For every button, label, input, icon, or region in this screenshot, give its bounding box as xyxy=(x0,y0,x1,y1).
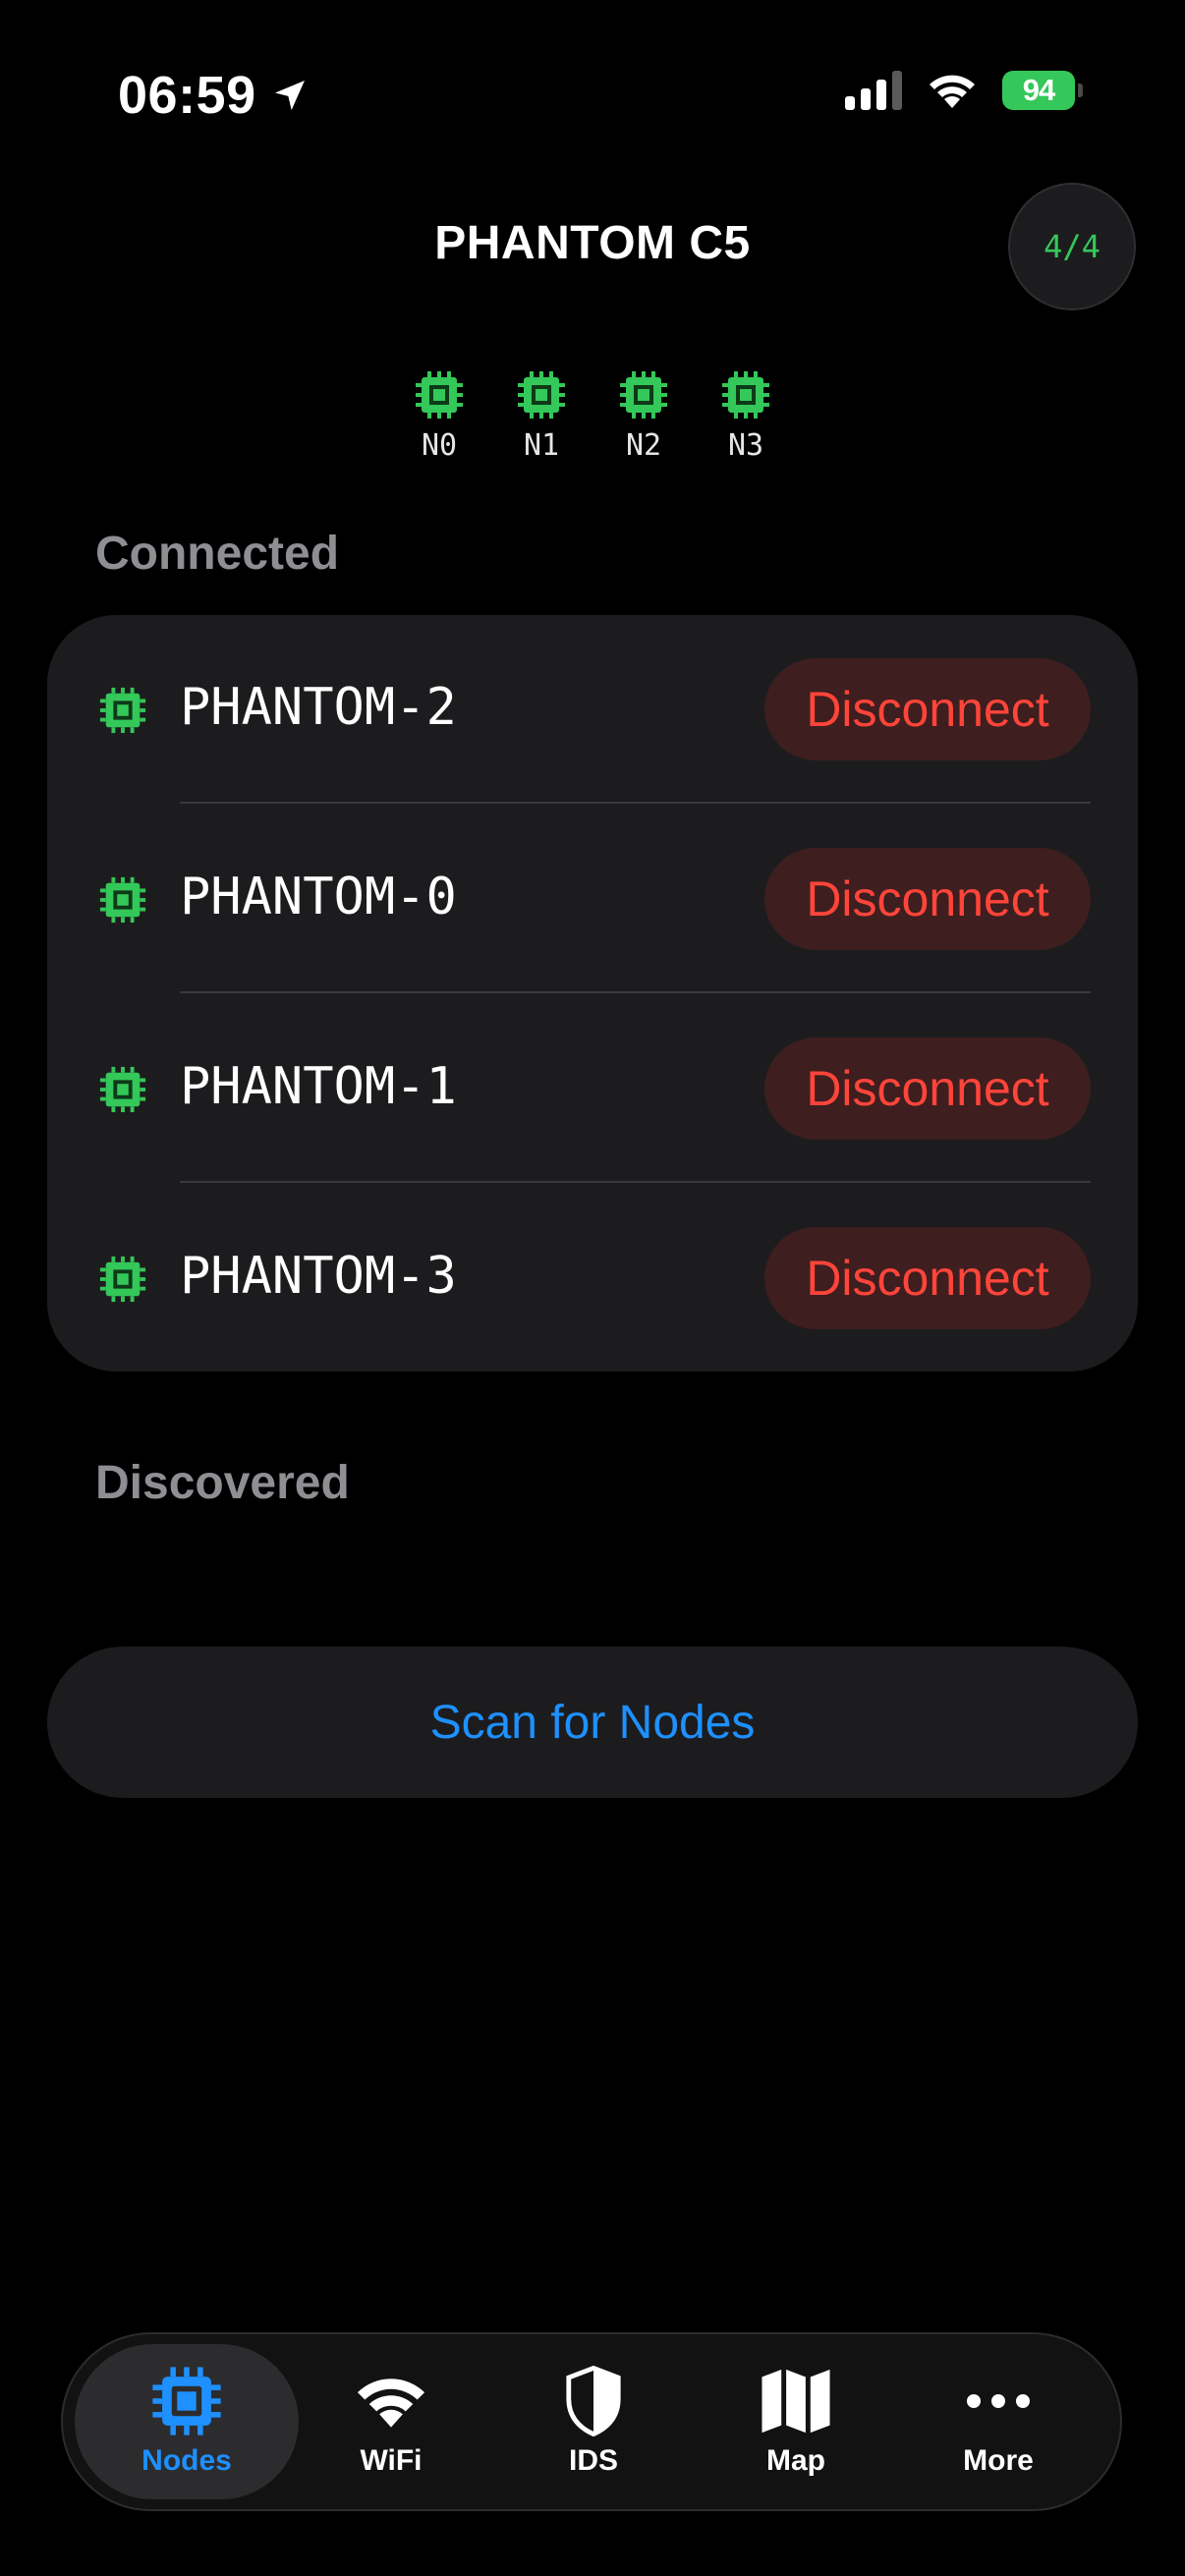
status-time: 06:59 xyxy=(118,65,310,126)
wifi-status-icon xyxy=(930,75,975,108)
chip-icon xyxy=(99,687,146,734)
row-divider xyxy=(180,1181,1091,1183)
tab-label: Nodes xyxy=(141,2444,232,2477)
node-name: PHANTOM-2 xyxy=(180,678,457,737)
scan-for-nodes-button[interactable]: Scan for Nodes xyxy=(47,1647,1138,1798)
chip-icon xyxy=(99,876,146,924)
chip-icon xyxy=(518,371,565,419)
node-chip-n1: N1 xyxy=(516,369,567,463)
row-divider xyxy=(180,802,1091,804)
status-bar: 06:59 94 xyxy=(0,0,1185,187)
tab-label: WiFi xyxy=(360,2444,423,2477)
node-chip-label: N2 xyxy=(625,428,662,463)
connected-node-row: PHANTOM-0 Disconnect xyxy=(47,805,1138,994)
node-chip-label: N0 xyxy=(421,428,458,463)
node-name: PHANTOM-0 xyxy=(180,868,457,926)
disconnect-button[interactable]: Disconnect xyxy=(764,1227,1091,1329)
connected-node-row: PHANTOM-3 Disconnect xyxy=(47,1184,1138,1373)
battery-icon: 94 xyxy=(1002,71,1083,110)
node-chip-n2: N2 xyxy=(618,369,669,463)
node-name: PHANTOM-3 xyxy=(180,1247,457,1306)
connected-node-row: PHANTOM-2 Disconnect xyxy=(47,615,1138,805)
tab-more[interactable]: More xyxy=(900,2344,1097,2499)
time-text: 06:59 xyxy=(118,66,256,125)
node-count-badge[interactable]: 4/4 xyxy=(1008,183,1136,310)
chip-icon xyxy=(620,371,667,419)
node-chip-n0: N0 xyxy=(414,369,465,463)
chip-icon xyxy=(99,1066,146,1113)
tab-wifi[interactable]: WiFi xyxy=(293,2344,489,2499)
section-header-connected: Connected xyxy=(95,528,340,580)
tab-label: Map xyxy=(766,2444,825,2477)
chip-icon xyxy=(722,371,769,419)
connected-nodes-card: PHANTOM-2 Disconnect PHANTOM-0 Disconnec… xyxy=(47,615,1138,1372)
node-chip-label: N1 xyxy=(523,428,560,463)
row-divider xyxy=(180,991,1091,993)
node-chip-n3: N3 xyxy=(720,369,771,463)
section-header-discovered: Discovered xyxy=(95,1457,350,1509)
node-strip: N0 N1 N2 N3 xyxy=(0,369,1185,463)
wifi-icon xyxy=(357,2379,425,2428)
tab-label: More xyxy=(963,2444,1034,2477)
disconnect-button[interactable]: Disconnect xyxy=(764,1037,1091,1140)
tab-label: IDS xyxy=(568,2444,618,2477)
chip-icon xyxy=(152,2367,221,2436)
location-arrow-icon xyxy=(274,81,305,110)
tab-map[interactable]: Map xyxy=(698,2344,894,2499)
shield-icon xyxy=(566,2366,621,2436)
map-icon xyxy=(762,2369,830,2434)
tab-ids[interactable]: IDS xyxy=(495,2344,692,2499)
connected-node-row: PHANTOM-1 Disconnect xyxy=(47,994,1138,1184)
cellular-signal-icon xyxy=(845,71,902,110)
disconnect-button[interactable]: Disconnect xyxy=(764,848,1091,950)
node-name: PHANTOM-1 xyxy=(180,1057,457,1116)
battery-level: 94 xyxy=(1002,71,1075,110)
tab-nodes[interactable]: Nodes xyxy=(75,2344,299,2499)
tab-bar: Nodes WiFi IDS Map More xyxy=(61,2332,1122,2511)
status-indicators: 94 xyxy=(845,71,1083,110)
chip-icon xyxy=(416,371,463,419)
disconnect-button[interactable]: Disconnect xyxy=(764,658,1091,760)
node-chip-label: N3 xyxy=(727,428,764,463)
chip-icon xyxy=(99,1256,146,1303)
ellipsis-icon xyxy=(967,2394,1030,2408)
